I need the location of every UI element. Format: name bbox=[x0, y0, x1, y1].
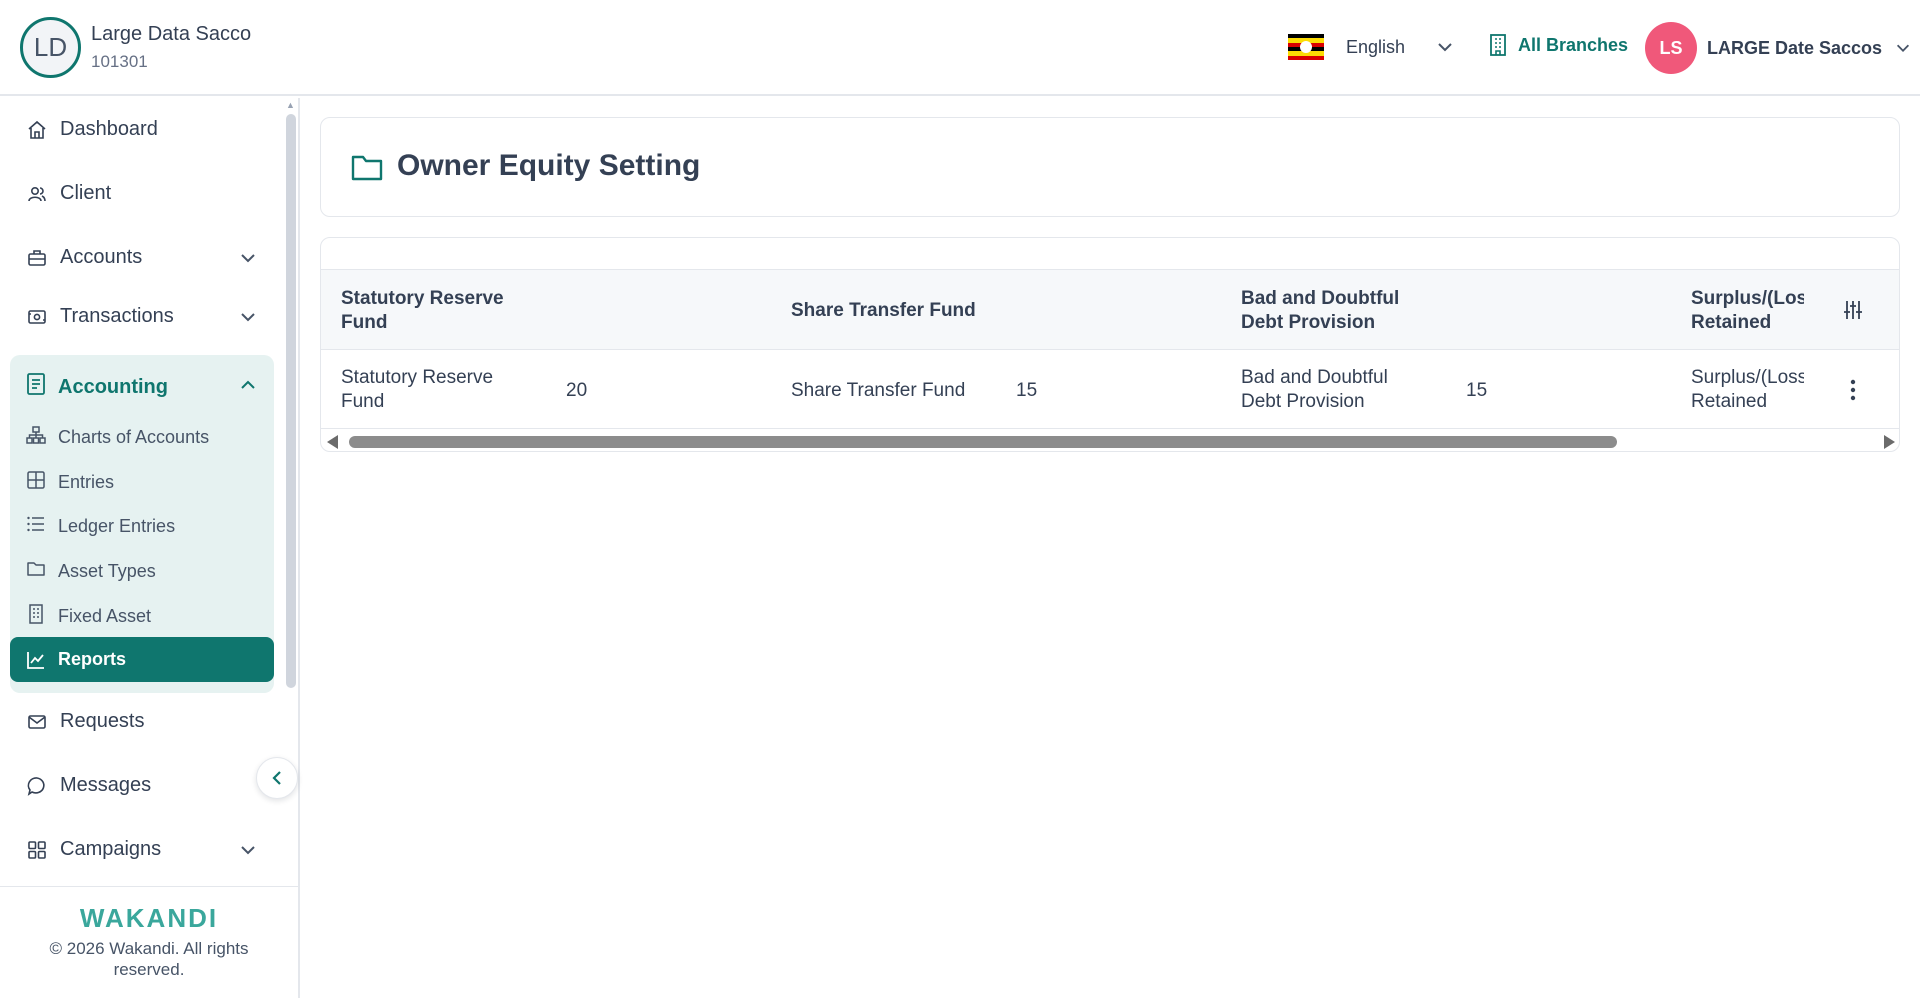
table-cell-value: 15 bbox=[1016, 380, 1038, 401]
sidebar-item-accounting[interactable]: Accounting bbox=[26, 373, 266, 401]
mail-icon bbox=[26, 711, 48, 733]
page-header-card: Owner Equity Setting bbox=[320, 117, 1900, 217]
chevron-left-icon bbox=[272, 771, 281, 785]
branch-selector[interactable]: All Branches bbox=[1488, 34, 1628, 56]
grid-icon bbox=[26, 470, 46, 495]
user-menu[interactable]: LS LARGE Date Saccos bbox=[1645, 22, 1912, 74]
user-name: LARGE Date Saccos bbox=[1707, 37, 1883, 58]
column-header: Bad and Doubtful Debt Provision bbox=[1241, 288, 1400, 333]
table-row: Statutory Reserve Fund 20 Share Transfer… bbox=[321, 351, 1899, 429]
chat-icon bbox=[26, 775, 48, 797]
equity-table-card: Statutory Reserve Fund Share Transfer Fu… bbox=[320, 237, 1900, 452]
table-cell-value: 20 bbox=[566, 380, 588, 401]
sliders-icon bbox=[1844, 300, 1862, 319]
horizontal-scrollbar[interactable] bbox=[321, 430, 1899, 451]
building-icon bbox=[26, 604, 46, 629]
building-icon bbox=[1490, 34, 1506, 56]
row-actions-button[interactable] bbox=[1805, 351, 1899, 428]
table-cell: Statutory Reserve Fund bbox=[341, 367, 494, 412]
sidebar-item-asset-types[interactable]: Asset Types bbox=[26, 559, 266, 584]
chevron-up-icon bbox=[241, 380, 255, 389]
list-icon bbox=[26, 514, 46, 539]
scroll-left-icon[interactable] bbox=[327, 435, 338, 449]
organization-switcher[interactable]: LD Large Data Sacco 101301 bbox=[20, 17, 251, 78]
sidebar-scrollbar[interactable] bbox=[286, 114, 296, 688]
column-header: Share Transfer Fund bbox=[791, 300, 976, 321]
scroll-right-icon[interactable] bbox=[1884, 435, 1895, 449]
table-header-row: Statutory Reserve Fund Share Transfer Fu… bbox=[321, 270, 1899, 350]
column-settings-button[interactable] bbox=[1805, 270, 1899, 349]
home-icon bbox=[26, 119, 48, 141]
sidebar-item-entries[interactable]: Entries bbox=[26, 470, 266, 495]
chevron-down-icon bbox=[1438, 43, 1452, 52]
chart-icon bbox=[26, 650, 46, 670]
table-cell: Share Transfer Fund bbox=[791, 380, 966, 401]
accounting-group: Accounting Charts of Accounts Entries Le… bbox=[10, 355, 274, 693]
sidebar-item-fixed-asset[interactable]: Fixed Asset bbox=[26, 604, 266, 629]
chevron-down-icon bbox=[241, 313, 255, 322]
chevron-down-icon bbox=[1897, 44, 1910, 52]
more-vertical-icon bbox=[1850, 379, 1856, 400]
table-cell: Bad and Doubtful Debt Provision bbox=[1241, 367, 1388, 412]
sidebar-item-ledger-entries[interactable]: Ledger Entries bbox=[26, 514, 266, 539]
copyright-text: © 2026 Wakandi. All rights reserved. bbox=[49, 939, 249, 979]
language-label: English bbox=[1346, 36, 1406, 57]
users-icon bbox=[26, 183, 48, 205]
sidebar-item-messages[interactable]: Messages bbox=[26, 774, 266, 797]
table-toolbar bbox=[321, 238, 1899, 270]
table-cell-value: 15 bbox=[1466, 380, 1488, 401]
chevron-down-icon bbox=[241, 846, 255, 855]
scroll-up-icon[interactable]: ▲ bbox=[286, 100, 295, 110]
table-cell: Surplus/(Loss) Retained Earnings bbox=[1691, 367, 1804, 412]
sidebar-item-charts-of-accounts[interactable]: Charts of Accounts bbox=[26, 425, 266, 450]
org-avatar: LD bbox=[20, 17, 81, 78]
brand-logo: WAKANDI bbox=[79, 903, 219, 933]
sidebar-item-requests[interactable]: Requests bbox=[26, 710, 266, 733]
sidebar-item-reports[interactable]: Reports bbox=[10, 637, 274, 682]
sidebar-footer: WAKANDI © 2026 Wakandi. All rights reser… bbox=[0, 886, 298, 980]
org-code: 101301 bbox=[91, 52, 148, 71]
sidebar-item-client[interactable]: Client bbox=[26, 182, 266, 205]
briefcase-icon bbox=[26, 247, 48, 269]
top-header: LD Large Data Sacco 101301 English All B… bbox=[0, 0, 1920, 96]
folder-icon bbox=[26, 559, 46, 584]
collapse-sidebar-button[interactable] bbox=[256, 757, 298, 799]
document-icon bbox=[26, 373, 46, 401]
sidebar-item-campaigns[interactable]: Campaigns bbox=[26, 838, 266, 861]
branch-label: All Branches bbox=[1518, 34, 1629, 55]
scrollbar-thumb[interactable] bbox=[349, 436, 1617, 448]
sidebar: ▲ Dashboard Client Accounts Transactions… bbox=[0, 98, 300, 998]
cash-icon bbox=[26, 306, 48, 328]
sidebar-item-accounts[interactable]: Accounts bbox=[26, 246, 266, 269]
column-header: Statutory Reserve Fund bbox=[341, 288, 504, 333]
page-title: Owner Equity Setting bbox=[397, 149, 701, 182]
folder-icon bbox=[351, 155, 383, 181]
apps-icon bbox=[26, 839, 48, 861]
hierarchy-icon bbox=[26, 425, 46, 450]
org-name: Large Data Sacco bbox=[91, 23, 252, 45]
chevron-down-icon bbox=[241, 254, 255, 263]
sidebar-item-dashboard[interactable]: Dashboard bbox=[26, 118, 266, 141]
user-avatar: LS bbox=[1645, 22, 1697, 74]
language-selector[interactable]: English bbox=[1288, 34, 1455, 60]
uganda-flag-icon bbox=[1288, 34, 1324, 60]
column-header: Surplus/(Loss) Retained Earnings bbox=[1691, 288, 1804, 333]
sidebar-item-transactions[interactable]: Transactions bbox=[26, 305, 266, 328]
